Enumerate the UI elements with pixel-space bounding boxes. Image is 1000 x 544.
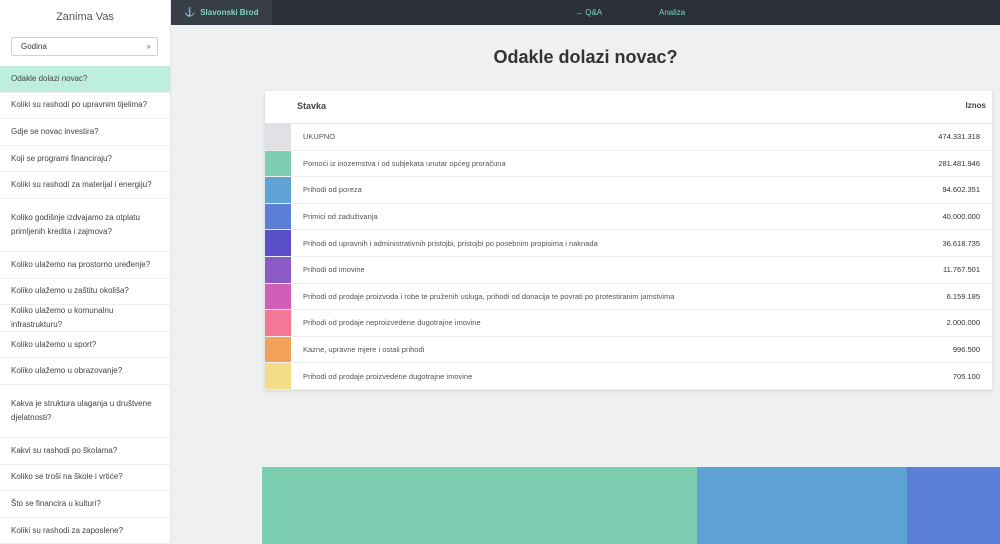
color-swatch: [265, 230, 291, 256]
sidebar-item[interactable]: Koliki su rashodi za zaposlene?: [0, 518, 170, 544]
table-row[interactable]: UKUPNO 474.331.318: [265, 124, 992, 151]
table-row[interactable]: Prihodi od prodaje proizvedene dugotrajn…: [265, 363, 992, 390]
sidebar-item-label: Kakvi su rashodi po školama?: [11, 445, 118, 455]
color-swatch: [265, 203, 291, 230]
anchor-icon: ⚓: [184, 7, 196, 17]
sidebar-item-label: Koliki su rashodi po upravnim tijelima?: [11, 100, 148, 110]
table-row[interactable]: Pomoći iz inozemstva i od subjekata unut…: [265, 150, 992, 178]
sidebar-item[interactable]: Koliki su rashodi po upravnim tijelima?: [0, 93, 170, 120]
sidebar-item-label: Koliko ulažemo u obrazovanje?: [11, 366, 123, 376]
row-amount: 40.000.000: [942, 212, 980, 222]
row-label: Prihodi od prodaje proizvedene dugotrajn…: [303, 371, 473, 381]
row-amount: 705.100: [952, 371, 980, 381]
sidebar-item[interactable]: Koji se programi financiraju?: [0, 146, 170, 173]
row-label: Pomoći iz inozemstva i od subjekata unut…: [303, 158, 506, 168]
color-swatch: [265, 177, 291, 203]
treemap-block[interactable]: [262, 467, 697, 544]
row-label: Primici od zaduživanja: [303, 212, 378, 222]
row-label: Prihodi od upravnih i administrativnih p…: [303, 238, 598, 248]
sidebar-item[interactable]: Koliki su rashodi za materijal i energij…: [0, 172, 170, 199]
column-header-iznos: Iznos: [965, 101, 986, 110]
color-swatch: [265, 150, 291, 177]
year-select-value: Godina: [21, 42, 47, 51]
nav-qa-link[interactable]: → Q&A: [575, 0, 602, 25]
sidebar-item[interactable]: Kakvi su rashodi po školama?: [0, 438, 170, 465]
table-row[interactable]: Primici od zaduživanja 40.000.000: [265, 203, 992, 231]
sidebar-item[interactable]: Kakva je struktura ulaganja u društvene …: [0, 385, 170, 438]
row-amount: 6.159.185: [946, 291, 980, 301]
sidebar: Zanima Vas Godina » Odakle dolazi novac?…: [0, 0, 171, 544]
nav-analiza-link[interactable]: Analiza: [659, 0, 685, 25]
sidebar-item-label: Što se financira u kulturi?: [11, 498, 101, 508]
row-label: Prihodi od imovine: [303, 265, 365, 275]
color-swatch: [265, 124, 291, 150]
row-amount: 996.500: [952, 345, 980, 355]
table-row[interactable]: Prihodi od prodaje neproizvedene dugotra…: [265, 310, 992, 337]
sidebar-item[interactable]: Koliko se troši na škole i vrtiće?: [0, 465, 170, 492]
color-swatch: [265, 283, 291, 310]
row-label: Prihodi od prodaje neproizvedene dugotra…: [303, 318, 481, 328]
row-label: Prihodi od poreza: [303, 185, 362, 195]
sidebar-item-label: Koji se programi financiraju?: [11, 153, 112, 163]
sidebar-item-label: Koliko ulažemo u zaštitu okoliša?: [11, 286, 129, 296]
sidebar-item[interactable]: Odakle dolazi novac?: [0, 66, 170, 93]
row-label: UKUPNO: [303, 132, 336, 142]
row-amount: 94.602.351: [942, 185, 980, 195]
table-row[interactable]: Prihodi od prodaje proizvoda i robe te p…: [265, 283, 992, 311]
sidebar-item[interactable]: Gdje se novac investira?: [0, 119, 170, 146]
sidebar-item-label: Koliki su rashodi za materijal i energij…: [11, 180, 152, 190]
page-title: Odakle dolazi novac?: [493, 47, 678, 67]
sidebar-item-label: Odakle dolazi novac?: [11, 73, 88, 83]
table-row[interactable]: Prihodi od upravnih i administrativnih p…: [265, 230, 992, 257]
table-row[interactable]: Prihodi od poreza 94.602.351: [265, 177, 992, 204]
sidebar-item-label: Koliko ulažemo u sport?: [11, 339, 97, 349]
sidebar-item-label: Gdje se novac investira?: [11, 126, 99, 136]
top-navbar: ⚓ Slavonski Brod → Q&A Analiza: [171, 0, 1000, 25]
row-amount: 474.331.318: [938, 132, 980, 142]
treemap-block[interactable]: [696, 467, 908, 544]
sidebar-item-label: Koliko godišnje izdvajamo za otplatu pri…: [11, 212, 140, 236]
color-swatch: [265, 256, 291, 283]
city-name: Slavonski Brod: [200, 8, 259, 17]
table-header: Stavka Iznos: [265, 91, 992, 124]
sidebar-item[interactable]: Koliko ulažemo u zaštitu okoliša?: [0, 279, 170, 306]
sidebar-item-label: Koliko ulažemo na prostorno uređenje?: [11, 259, 151, 269]
city-selector[interactable]: ⚓ Slavonski Brod: [171, 0, 272, 25]
sidebar-item[interactable]: Koliko ulažemo u sport?: [0, 332, 170, 359]
revenue-treemap: [262, 467, 1000, 544]
row-amount: 281.481.946: [938, 158, 980, 168]
sidebar-item[interactable]: Koliko ulažemo u obrazovanje?: [0, 358, 170, 385]
table-row[interactable]: Kazne, upravne mjere i ostali prihodi 996…: [265, 336, 992, 364]
row-amount: 2.000.000: [946, 318, 980, 328]
row-label: Prihodi od prodaje proizvoda i robe te p…: [303, 291, 675, 301]
row-label: Kazne, upravne mjere i ostali prihodi: [303, 345, 425, 355]
revenue-table: Stavka Iznos UKUPNO 474.331.318 Pomoći iz …: [265, 91, 992, 390]
sidebar-item[interactable]: Koliko ulažemo u komunalnu infrastruktur…: [0, 305, 170, 332]
sidebar-item-label: Koliko se troši na škole i vrtiće?: [11, 472, 123, 482]
sidebar-title: Zanima Vas: [56, 11, 114, 23]
sidebar-item-label: Koliko ulažemo u komunalnu infrastruktur…: [11, 305, 114, 329]
column-header-stavka: Stavka: [297, 101, 327, 111]
year-select[interactable]: Godina »: [11, 37, 158, 56]
table-row[interactable]: Prihodi od imovine 11.767.501: [265, 256, 992, 284]
sidebar-item-label: Koliki su rashodi za zaposlene?: [11, 525, 124, 535]
chevrons-right-icon: »: [146, 42, 151, 51]
sidebar-item[interactable]: Što se financira u kulturi?: [0, 491, 170, 518]
table-body: UKUPNO 474.331.318 Pomoći iz inozemstva i …: [265, 124, 992, 390]
color-swatch: [265, 310, 291, 336]
treemap-block[interactable]: [907, 467, 1000, 544]
sidebar-item[interactable]: Koliko ulažemo na prostorno uređenje?: [0, 252, 170, 279]
color-swatch: [265, 363, 291, 389]
color-swatch: [265, 336, 291, 363]
row-amount: 36.618.735: [942, 238, 980, 248]
row-amount: 11.767.501: [943, 265, 980, 275]
sidebar-menu: Odakle dolazi novac? Koliki su rashodi po…: [0, 66, 170, 544]
sidebar-item-label: Kakva je struktura ulaganja u društvene …: [11, 398, 152, 422]
sidebar-item[interactable]: Koliko godišnje izdvajamo za otplatu pri…: [0, 199, 170, 252]
